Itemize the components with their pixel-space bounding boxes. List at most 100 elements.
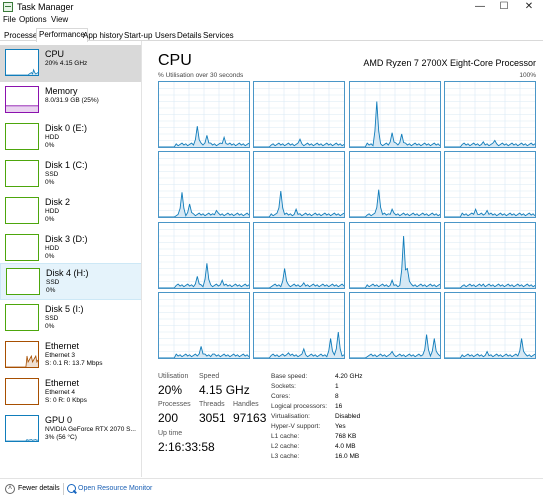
graph-max-label: 100% bbox=[519, 72, 536, 79]
sidebar-item-type: SSD bbox=[46, 279, 60, 286]
virtualisation-label: Virtualisation: bbox=[271, 413, 310, 420]
sidebar-item-adapter: Ethernet 4 bbox=[45, 389, 75, 396]
disk-thumbnail-graph bbox=[5, 160, 39, 187]
resource-monitor-icon[interactable] bbox=[67, 484, 76, 493]
virtualisation-value: Disabled bbox=[335, 413, 361, 420]
ethernet-thumbnail-graph bbox=[5, 378, 39, 405]
sidebar-item-label: Disk 5 (I:) bbox=[45, 304, 84, 314]
disk-thumbnail-graph bbox=[5, 123, 39, 150]
sidebar-item-ethernet-3[interactable]: Ethernet Ethernet 3 S: 0.1 R: 13.7 Mbps bbox=[0, 337, 141, 374]
speed-label: Speed bbox=[199, 373, 220, 380]
threads-label: Threads bbox=[199, 401, 225, 408]
close-button[interactable]: ✕ bbox=[517, 0, 541, 15]
sidebar-item-type: HDD bbox=[45, 208, 60, 215]
hyper-v-value: Yes bbox=[335, 423, 346, 430]
sidebar-item-label: Disk 2 bbox=[45, 197, 71, 207]
sidebar-item-disk-4[interactable]: Disk 4 (H:) SSD 0% bbox=[0, 263, 141, 300]
sidebar-item-detail: 8.0/31.9 GB (25%) bbox=[45, 97, 99, 104]
l2-cache-label: L2 cache: bbox=[271, 443, 300, 450]
sidebar-item-label: Memory bbox=[45, 86, 78, 96]
base-speed-label: Base speed: bbox=[271, 373, 308, 380]
sidebar-item-label: CPU bbox=[45, 49, 65, 59]
core-graph-5 bbox=[253, 151, 346, 219]
sidebar-item-gpu-0[interactable]: GPU 0 NVIDIA GeForce RTX 2070 S... 3% (5… bbox=[0, 411, 141, 448]
chevron-up-icon[interactable]: ˄ bbox=[5, 484, 15, 494]
sidebar-item-usage: 0% bbox=[45, 323, 55, 330]
l1-cache-value: 768 KB bbox=[335, 433, 357, 440]
sidebar-item-cpu[interactable]: CPU 20% 4.15 GHz bbox=[0, 45, 141, 82]
resource-sidebar: CPU 20% 4.15 GHz Memory 8.0/31.9 GB (25%… bbox=[0, 41, 142, 477]
sidebar-item-disk-1[interactable]: Disk 1 (C:) SSD 0% bbox=[0, 156, 141, 193]
sidebar-item-memory[interactable]: Memory 8.0/31.9 GB (25%) bbox=[0, 82, 141, 119]
core-graph-9 bbox=[253, 221, 346, 289]
core-graph-10 bbox=[348, 221, 441, 289]
sidebar-item-type: SSD bbox=[45, 315, 59, 322]
core-graph-12 bbox=[158, 291, 250, 359]
core-graph-6 bbox=[348, 151, 441, 219]
core-graph-3 bbox=[443, 81, 536, 148]
core-graph-15 bbox=[443, 291, 536, 359]
sidebar-item-gpu-usage: 3% (56 °C) bbox=[45, 434, 77, 441]
tab-app-history[interactable]: App history bbox=[80, 29, 126, 41]
sidebar-item-disk-3[interactable]: Disk 3 (D:) HDD 0% bbox=[0, 230, 141, 267]
utilisation-value: 20% bbox=[158, 383, 183, 397]
uptime-label: Up time bbox=[158, 430, 183, 437]
base-speed-value: 4.20 GHz bbox=[335, 373, 363, 380]
sidebar-item-label: Disk 4 (H:) bbox=[46, 268, 89, 278]
thumbnail-area bbox=[6, 105, 38, 112]
processes-value: 200 bbox=[158, 411, 179, 425]
disk-thumbnail-graph bbox=[5, 234, 39, 261]
core-graph-0 bbox=[158, 81, 250, 148]
core-graph-2 bbox=[348, 81, 441, 148]
minimize-button[interactable]: — bbox=[468, 0, 492, 15]
sidebar-item-throughput: S: 0.1 R: 13.7 Mbps bbox=[45, 360, 103, 367]
sockets-label: Sockets: bbox=[271, 383, 296, 390]
l1-cache-label: L1 cache: bbox=[271, 433, 300, 440]
sidebar-item-detail: 20% 4.15 GHz bbox=[45, 60, 88, 67]
open-resource-monitor-link[interactable]: Open Resource Monitor bbox=[78, 485, 152, 492]
fewer-details-button[interactable]: Fewer details bbox=[18, 485, 60, 492]
menu-options[interactable]: Options bbox=[19, 15, 47, 24]
graph-caption: % Utilisation over 30 seconds bbox=[158, 72, 244, 79]
logical-processors-value: 16 bbox=[335, 403, 343, 410]
sidebar-item-disk-0[interactable]: Disk 0 (E:) HDD 0% bbox=[0, 119, 141, 156]
disk-thumbnail-graph bbox=[5, 304, 39, 331]
sidebar-item-label: Disk 1 (C:) bbox=[45, 160, 88, 170]
sidebar-item-type: SSD bbox=[45, 171, 59, 178]
core-graph-4 bbox=[158, 151, 250, 219]
threads-value: 3051 bbox=[199, 411, 226, 425]
l3-cache-label: L3 cache: bbox=[271, 453, 300, 460]
footer-divider bbox=[63, 483, 64, 495]
core-graph-13 bbox=[253, 291, 346, 359]
l3-cache-value: 16.0 MB bbox=[335, 453, 360, 460]
sidebar-item-usage: 0% bbox=[45, 179, 55, 186]
sidebar-item-gpu-model: NVIDIA GeForce RTX 2070 S... bbox=[45, 426, 136, 433]
sidebar-item-throughput: S: 0 R: 0 Kbps bbox=[45, 397, 87, 404]
cpu-detail-panel: CPU AMD Ryzen 7 2700X Eight-Core Process… bbox=[142, 41, 543, 477]
utilisation-label: Utilisation bbox=[158, 373, 189, 380]
sidebar-item-disk-5[interactable]: Disk 5 (I:) SSD 0% bbox=[0, 300, 141, 337]
core-graph-14 bbox=[348, 291, 441, 359]
cpu-model-name: AMD Ryzen 7 2700X Eight-Core Processor bbox=[363, 58, 536, 68]
menu-file[interactable]: File bbox=[3, 15, 16, 24]
logical-processor-graphs[interactable] bbox=[158, 81, 536, 361]
hyper-v-label: Hyper-V support: bbox=[271, 423, 321, 430]
handles-label: Handles bbox=[233, 401, 259, 408]
tab-services[interactable]: Services bbox=[200, 29, 237, 41]
maximize-button[interactable]: ☐ bbox=[492, 0, 516, 15]
disk-thumbnail-graph bbox=[6, 268, 40, 295]
sidebar-item-disk-2[interactable]: Disk 2 HDD 0% bbox=[0, 193, 141, 230]
tab-startup[interactable]: Start-up bbox=[121, 29, 155, 41]
sidebar-item-label: Disk 3 (D:) bbox=[45, 234, 88, 244]
uptime-value: 2:16:33:58 bbox=[158, 440, 215, 454]
task-manager-icon bbox=[3, 2, 13, 12]
footer-bar: ˄ Fewer details Open Resource Monitor bbox=[0, 478, 543, 500]
sidebar-item-label: Disk 0 (E:) bbox=[45, 123, 88, 133]
window-title: Task Manager bbox=[17, 2, 74, 12]
sidebar-item-type: HDD bbox=[45, 134, 60, 141]
title-bar: Task Manager — ☐ ✕ bbox=[0, 0, 543, 15]
core-graph-11 bbox=[443, 221, 536, 289]
sidebar-item-ethernet-4[interactable]: Ethernet Ethernet 4 S: 0 R: 0 Kbps bbox=[0, 374, 141, 411]
menu-view[interactable]: View bbox=[51, 15, 68, 24]
sidebar-item-usage: 0% bbox=[45, 142, 55, 149]
